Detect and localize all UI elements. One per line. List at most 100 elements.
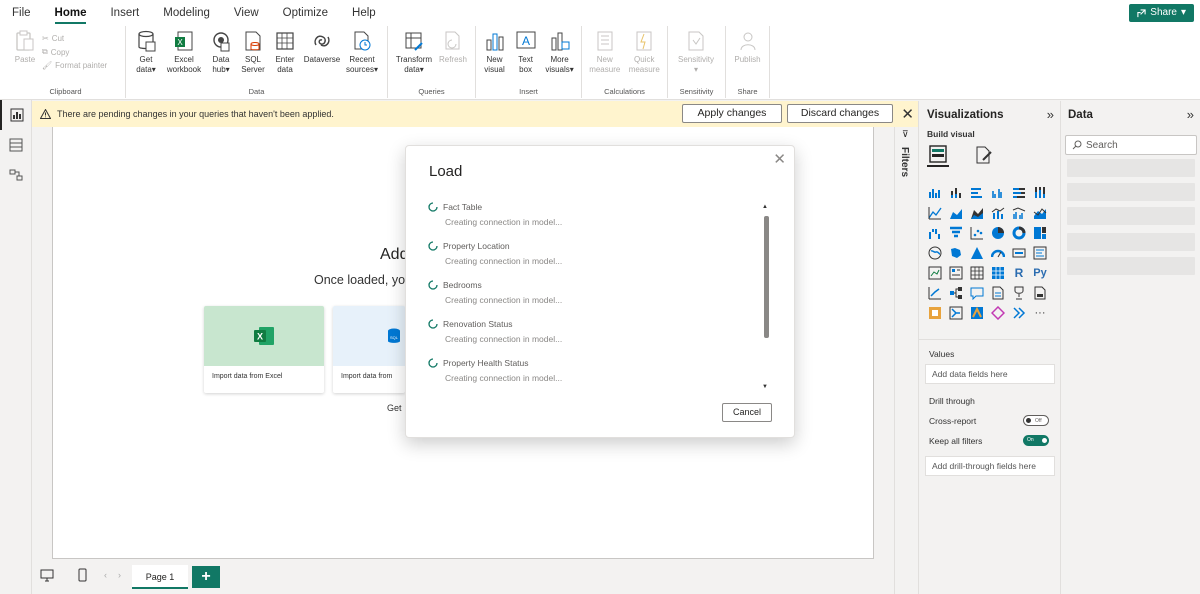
goals-icon[interactable] xyxy=(1011,285,1027,301)
cross-report-toggle[interactable]: Off xyxy=(1023,415,1049,426)
arcgis-map-icon[interactable] xyxy=(969,305,985,321)
discard-changes-button[interactable]: Discard changes xyxy=(787,104,893,123)
expand-data-icon[interactable]: » xyxy=(1187,107,1194,122)
matrix-icon[interactable] xyxy=(990,265,1006,281)
more-visuals-icon[interactable]: ··· xyxy=(1032,305,1048,321)
load-item-name: Property Location xyxy=(443,241,510,251)
table-visual-icon[interactable] xyxy=(969,265,985,281)
cut-button[interactable]: ✂ Cut xyxy=(42,34,107,43)
load-item: Property Health Status Creating connecti… xyxy=(428,358,758,397)
menu-view[interactable]: View xyxy=(222,0,271,26)
map-icon[interactable] xyxy=(927,245,943,261)
copy-button[interactable]: ⧉ Copy xyxy=(42,47,107,57)
page-tab-1[interactable]: Page 1 xyxy=(132,565,188,589)
python-script-icon[interactable]: Py xyxy=(1032,265,1048,281)
waterfall-chart-icon[interactable] xyxy=(927,225,943,241)
narrative-icon[interactable] xyxy=(990,285,1006,301)
build-visual-tab[interactable] xyxy=(927,143,949,167)
stacked-bar-chart-icon[interactable] xyxy=(927,185,943,201)
100-stacked-bar-icon[interactable] xyxy=(1011,185,1027,201)
spinner-icon xyxy=(428,319,438,329)
funnel-chart-icon[interactable] xyxy=(948,225,964,241)
cancel-button[interactable]: Cancel xyxy=(722,403,772,422)
power-automate-icon[interactable] xyxy=(948,305,964,321)
sensitivity-chevron-icon: ▾ xyxy=(693,64,698,74)
qa-icon[interactable] xyxy=(969,285,985,301)
menu-file[interactable]: File xyxy=(0,0,43,26)
menu-home[interactable]: Home xyxy=(43,0,99,26)
add-page-button[interactable]: + xyxy=(192,566,220,588)
100-stacked-column-icon[interactable] xyxy=(1032,185,1048,201)
kpi-icon[interactable] xyxy=(927,265,943,281)
stacked-column-chart-icon[interactable] xyxy=(948,185,964,201)
cross-report-row: Cross-report Off xyxy=(929,415,1049,426)
treemap-icon[interactable] xyxy=(1032,225,1048,241)
close-icon[interactable]: ✕ xyxy=(901,105,914,123)
close-dialog-icon[interactable]: ✕ xyxy=(773,150,786,168)
pie-chart-icon[interactable] xyxy=(990,225,1006,241)
ribbon-chart-icon[interactable] xyxy=(1032,205,1048,221)
card-icon[interactable] xyxy=(1011,245,1027,261)
diamond-visual-icon[interactable] xyxy=(990,305,1006,321)
values-label: Values xyxy=(929,349,955,359)
filters-pane-collapsed[interactable]: ⊽ Filters xyxy=(894,127,918,594)
decomposition-tree-icon[interactable] xyxy=(948,285,964,301)
bar-chart-icon xyxy=(484,30,506,52)
power-apps-icon[interactable] xyxy=(927,305,943,321)
key-influencers-icon[interactable] xyxy=(927,285,943,301)
filled-map-icon[interactable] xyxy=(948,245,964,261)
expand-visualizations-icon[interactable]: » xyxy=(1047,107,1054,122)
dialog-scrollbar[interactable]: ▲ ▼ xyxy=(762,204,770,392)
import-excel-card[interactable]: X Import data from Excel xyxy=(204,306,324,393)
desktop-layout-icon[interactable] xyxy=(40,569,54,585)
visualizations-title: Visualizations xyxy=(927,109,1004,121)
divider xyxy=(919,339,1060,340)
load-item-status: Creating connection in model... xyxy=(445,217,563,227)
scroll-up-icon[interactable]: ▲ xyxy=(762,204,768,210)
keep-filters-toggle[interactable]: On xyxy=(1023,435,1049,446)
menu-modeling[interactable]: Modeling xyxy=(151,0,222,26)
donut-chart-icon[interactable] xyxy=(1011,225,1027,241)
toggle-state-off: Off xyxy=(1035,418,1042,424)
chevron-visual-icon[interactable] xyxy=(1011,305,1027,321)
menu-help[interactable]: Help xyxy=(340,0,388,26)
paginated-report-icon[interactable] xyxy=(1032,285,1048,301)
chevron-left-icon[interactable]: ‹ xyxy=(104,570,107,580)
gauge-icon[interactable] xyxy=(990,245,1006,261)
scroll-thumb[interactable] xyxy=(764,216,769,338)
group-label-calculations: Calculations xyxy=(604,87,645,96)
stacked-area-chart-icon[interactable] xyxy=(969,205,985,221)
line-clustered-column-icon[interactable] xyxy=(1011,205,1027,221)
scatter-chart-icon[interactable] xyxy=(969,225,985,241)
slicer-icon[interactable] xyxy=(948,265,964,281)
apply-changes-button[interactable]: Apply changes xyxy=(682,104,782,123)
azure-map-icon[interactable] xyxy=(969,245,985,261)
line-chart-icon[interactable] xyxy=(927,205,943,221)
table-view-button[interactable] xyxy=(0,130,32,160)
multi-row-card-icon[interactable] xyxy=(1032,245,1048,261)
mobile-layout-icon[interactable] xyxy=(78,568,87,585)
chevron-right-icon[interactable]: › xyxy=(118,570,121,580)
data-search-input[interactable]: Search xyxy=(1065,135,1197,155)
menu-insert[interactable]: Insert xyxy=(98,0,151,26)
drill-through-drop-zone[interactable]: Add drill-through fields here xyxy=(925,456,1055,476)
clustered-column-chart-icon[interactable] xyxy=(990,185,1006,201)
get-data-link[interactable]: Get xyxy=(387,403,402,413)
menu-optimize[interactable]: Optimize xyxy=(271,0,340,26)
area-chart-icon[interactable] xyxy=(948,205,964,221)
report-view-button[interactable] xyxy=(0,100,32,130)
share-button[interactable]: Share ▾ xyxy=(1129,4,1194,22)
r-script-icon[interactable]: R xyxy=(1011,265,1027,281)
excel-line2: workbook xyxy=(166,64,202,74)
format-visual-tab[interactable] xyxy=(973,143,995,167)
format-painter-button[interactable]: 🖌 Format painter xyxy=(42,61,107,70)
recent-sources-icon xyxy=(351,30,373,52)
values-drop-zone[interactable]: Add data fields here xyxy=(925,364,1055,384)
model-view-button[interactable] xyxy=(0,160,32,190)
scroll-down-icon[interactable]: ▼ xyxy=(762,384,768,390)
more-visuals-line1: More xyxy=(550,55,569,64)
clustered-bar-chart-icon[interactable] xyxy=(969,185,985,201)
line-stacked-column-icon[interactable] xyxy=(990,205,1006,221)
spinner-icon xyxy=(428,241,438,251)
import-sql-card[interactable]: SQL Import data from xyxy=(333,306,405,393)
